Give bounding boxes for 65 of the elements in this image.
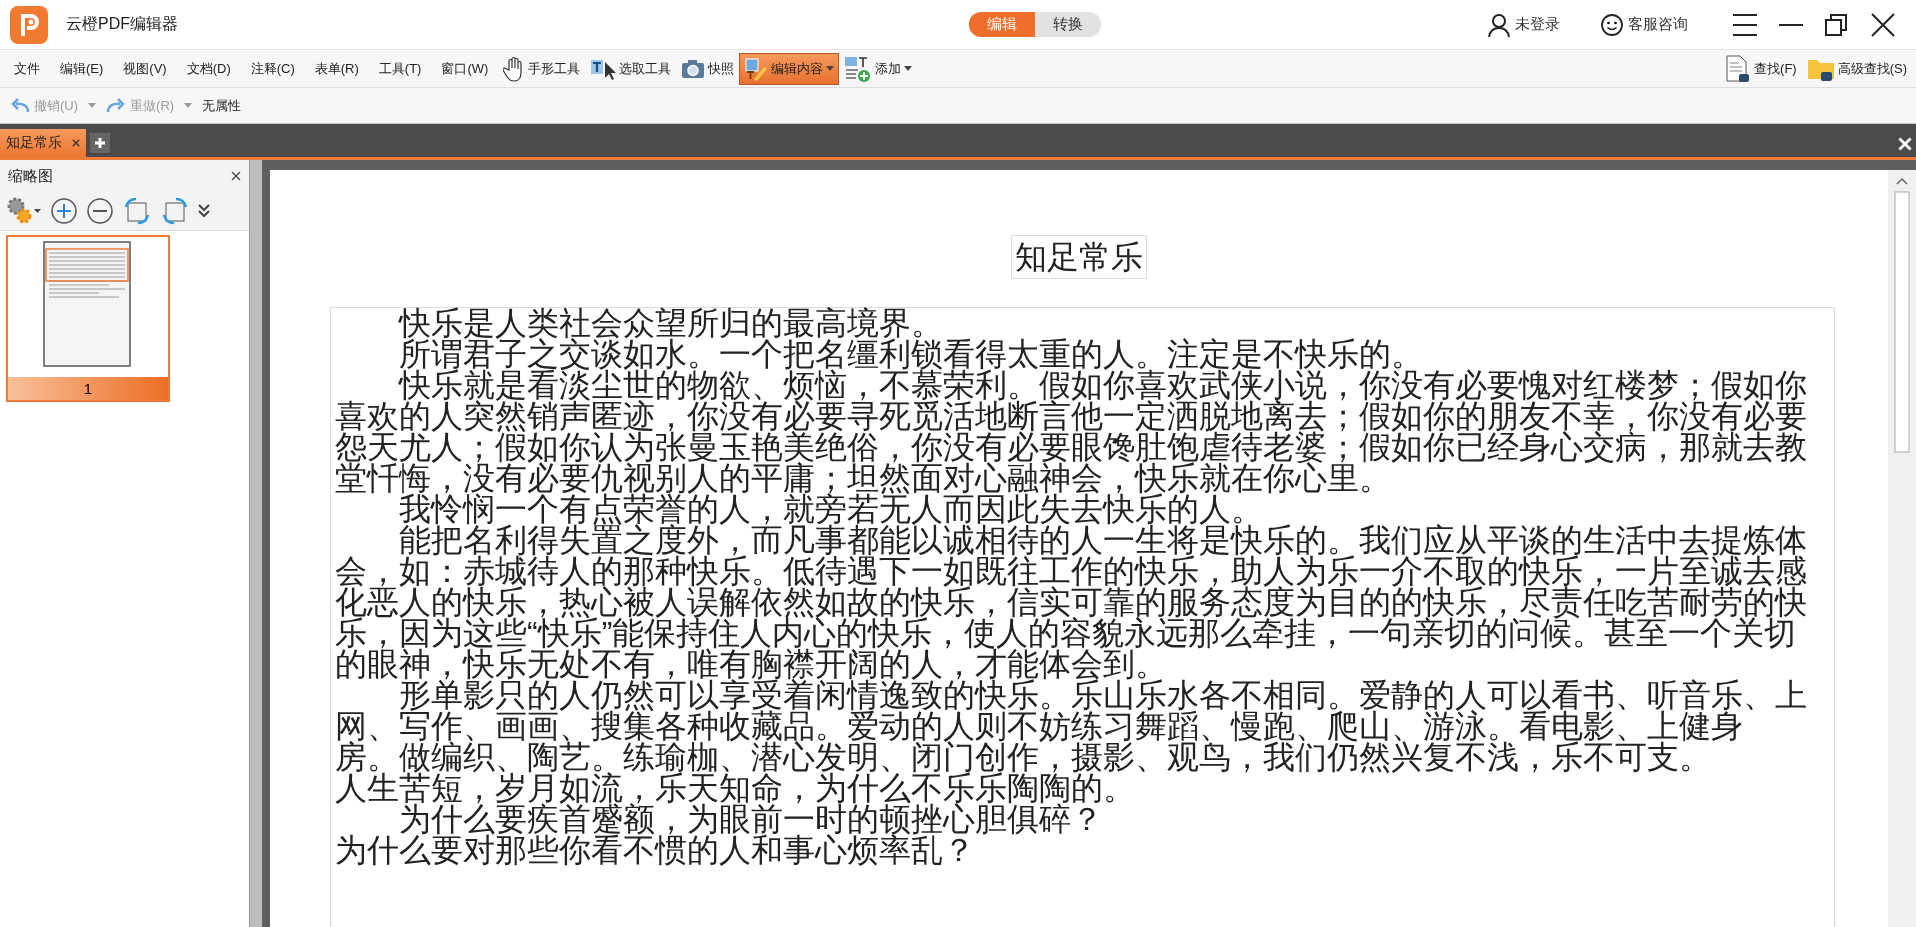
toolbar-button[interactable]: 查找(F) — [1720, 52, 1802, 85]
edit-content-icon — [744, 56, 769, 81]
user-icon — [1487, 12, 1511, 37]
text-line: 乐，因为这些“快乐”能保持住人内心的快乐，使人的容貌永远那么牵挂，一句亲切的问候。甚至一个关切 — [335, 618, 1797, 649]
more-icon[interactable] — [198, 203, 210, 219]
text-line: 网、写作、画画、搜集各种收藏品。爱动的人则不妨练习舞蹈、慢跑、爬山、游泳。看电影、上健身 — [335, 711, 1743, 742]
text-line: 喜欢的人突然销声匿迹，你没有必要寻死觅活地断言他一定洒脱地离去；假如你的朋友不幸，你没有必要 — [335, 401, 1807, 432]
menu-item[interactable]: 视图(V) — [113, 55, 177, 82]
document-title: 知足常乐 — [1011, 235, 1147, 279]
text-line: 怨天尤人；假如你认为张曼玉艳美绝俗，你没有必要眼馋肚饱虐待老婆；假如你已经身心交病，那就去教 — [335, 432, 1807, 463]
x-mark-icon — [231, 171, 241, 181]
text-line: 的眼神，快乐无处不有，唯有胸襟开阔的人，才能体会到。 — [335, 649, 1167, 680]
menu-item[interactable]: 编辑(E) — [50, 55, 114, 82]
menu-item[interactable]: 窗口(W) — [431, 55, 499, 82]
text-line: 形单影只的人仍然可以享受着闲情逸致的快乐。乐山乐水各不相同。爱静的人可以看书、听音乐、上 — [399, 680, 1807, 711]
menu-item[interactable]: 工具(T) — [368, 55, 432, 82]
redo-icon — [106, 97, 127, 114]
caret-icon — [826, 66, 835, 71]
camera-icon — [681, 58, 706, 79]
add-tab-icon[interactable] — [90, 133, 110, 153]
login-button[interactable]: 未登录 — [1481, 11, 1566, 38]
toolbar-button[interactable]: 快照 — [676, 52, 740, 85]
caret-icon — [904, 66, 913, 71]
text-line: 为什么要疾首蹙额，为眼前一时的顿挫心胆俱碎？ — [399, 804, 1103, 835]
text-line: 快乐就是看淡尘世的物欲、烦恼，不慕荣利。假如你喜欢武侠小说，你没有必要愧对红楼梦；假如你 — [398, 370, 1807, 401]
toolbar-button[interactable]: 编辑内容 — [739, 52, 840, 85]
rotate-right-icon[interactable] — [160, 197, 190, 225]
text-line: 人生苦短，岁月如流，乐天知命，为什么不乐乐陶陶的。 — [335, 773, 1135, 804]
add-content-icon — [844, 54, 873, 83]
toolbar-button[interactable]: 选取工具 — [585, 52, 677, 85]
text-line: 为什么要对那些你看不惯的人和事心烦率乱？ — [335, 835, 975, 866]
close-icon[interactable] — [231, 171, 241, 181]
support-button[interactable]: 客服咨询 — [1594, 11, 1694, 38]
page-thumbnail[interactable]: 1 — [6, 235, 170, 402]
caret-icon[interactable] — [88, 103, 97, 108]
toolbar-button[interactable]: 高级查找(S) — [1801, 52, 1912, 85]
settings-icon[interactable] — [6, 196, 42, 226]
app-logo — [10, 5, 48, 44]
text-line: 快乐是人类社会众望所归的最高境界。 — [397, 308, 943, 339]
text-line: 所谓君子之交谈如水。一个把名缰利锁看得太重的人。注定是不快乐的。 — [399, 339, 1423, 370]
text-line: 会，如：赤城待人的那种快乐。低待遇下一如既往工作的快乐，助人为乐一介不取的快乐，一片至诚去感 — [335, 556, 1807, 587]
text-line: 能把名利得失置之度外，而凡事都能以诚相待的人一生将是快乐的。我们应从平谈的生活中去提炼体 — [398, 525, 1807, 556]
text-line: 化恶人的快乐，热心被人误解依然如故的快乐，信实可靠的服务态度为目的的快乐，尽责任吃苦耐劳的快 — [335, 587, 1807, 618]
smiley-icon — [1600, 12, 1624, 37]
page-number: 1 — [8, 377, 168, 400]
menu-item[interactable]: 文档(D) — [176, 55, 241, 82]
undo-icon — [10, 97, 30, 114]
close-icon — [72, 139, 80, 147]
mode-tab[interactable]: 转换 — [1035, 12, 1101, 37]
zoom-out-icon[interactable] — [86, 197, 114, 225]
text-line: 我怜悯一个有点荣誉的人，就旁若无人而因此失去快乐的人。 — [399, 494, 1263, 525]
menu-item[interactable]: 表单(R) — [304, 55, 369, 82]
caret-icon[interactable] — [184, 103, 193, 108]
menu-item[interactable]: 文件 — [4, 55, 50, 82]
app-title: 云橙PDF编辑器 — [66, 14, 178, 34]
panel-title: 缩略图 — [8, 166, 53, 186]
rotate-left-icon[interactable] — [122, 197, 152, 225]
zoom-in-icon[interactable] — [50, 197, 78, 225]
menu-item[interactable]: 注释(C) — [240, 55, 305, 82]
toolbar-button[interactable]: 手形工具 — [498, 52, 586, 85]
document-tab[interactable]: 知足常乐 — [0, 129, 86, 157]
toolbar-button[interactable]: 添加 — [839, 52, 918, 85]
text-line: 房。做编织、陶艺。练瑜枷、潜心发明、闭门创作，摄影、观鸟，我们仍然兴复不浅，乐不可支。 — [335, 742, 1711, 773]
text-line: 堂忏悔，没有必要仇视别人的平庸；坦然面对心融神会，快乐就在你心里。 — [335, 463, 1391, 494]
properties-label: 无属性 — [202, 96, 242, 115]
